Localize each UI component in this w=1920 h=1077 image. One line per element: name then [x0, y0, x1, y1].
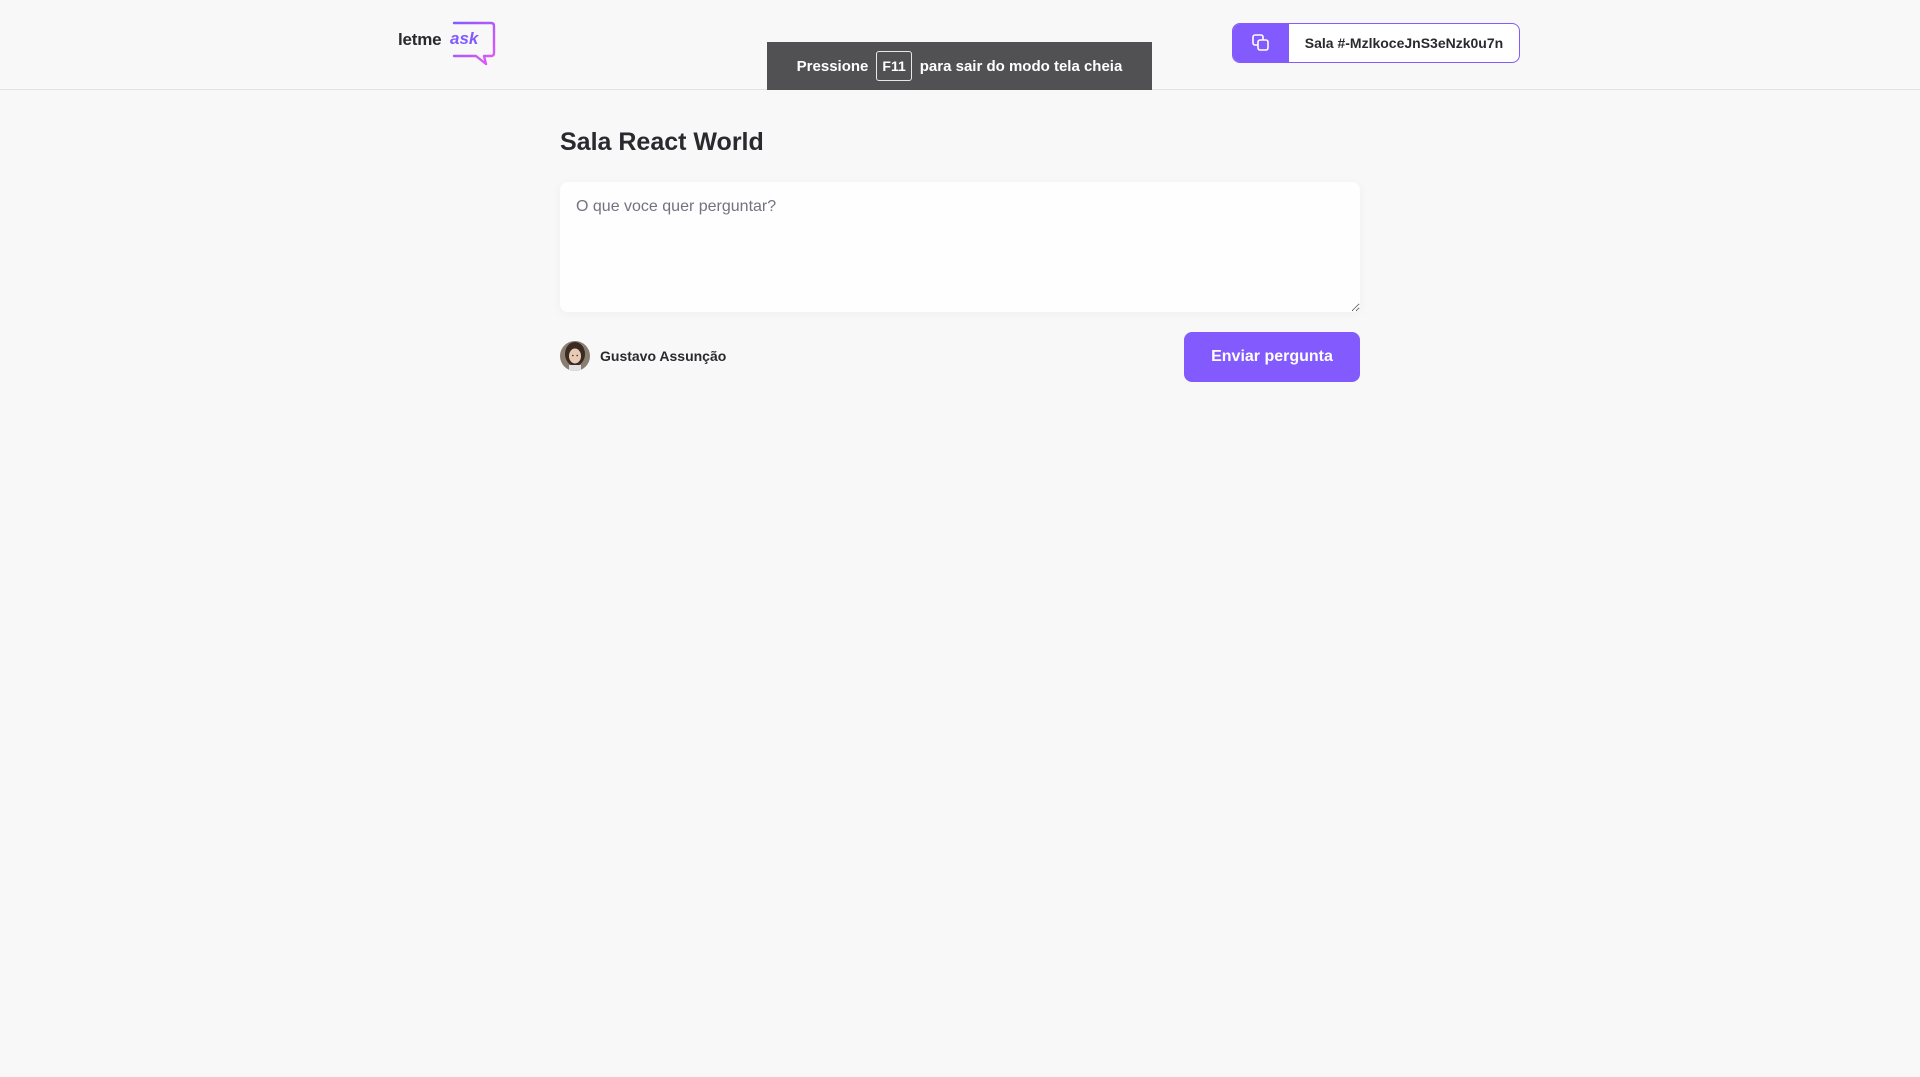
user-avatar-icon [560, 341, 590, 371]
logo-text-accent: ask [450, 29, 479, 48]
room-code-label: Sala #-MzlkoceJnS3eNzk0u7n [1304, 35, 1504, 51]
room-title: Sala React World [560, 128, 764, 156]
fullscreen-exit-banner: Pressione F11 para sair do modo tela che… [767, 42, 1152, 90]
f11-key-badge: F11 [876, 51, 912, 81]
question-form-footer: Gustavo Assunção Enviar pergunta [560, 332, 1360, 382]
user-name: Gustavo Assunção [600, 348, 727, 364]
send-question-button[interactable]: Enviar pergunta [1184, 332, 1360, 382]
letmeask-logo[interactable]: letme ask [398, 18, 498, 68]
copy-icon-box[interactable] [1233, 24, 1289, 62]
logo-text-prefix: letme [398, 30, 442, 49]
banner-suffix: para sair do modo tela cheia [919, 57, 1123, 75]
avatar [560, 341, 590, 371]
user-info: Gustavo Assunção [560, 341, 726, 371]
room-code-button[interactable]: Sala #-MzlkoceJnS3eNzk0u7n [1232, 23, 1520, 63]
banner-prefix: Pressione [796, 57, 869, 75]
copy-icon [1252, 34, 1269, 51]
question-input[interactable] [560, 182, 1360, 312]
main-content: Sala React World Gustavo Assunção Enviar… [560, 90, 1360, 382]
